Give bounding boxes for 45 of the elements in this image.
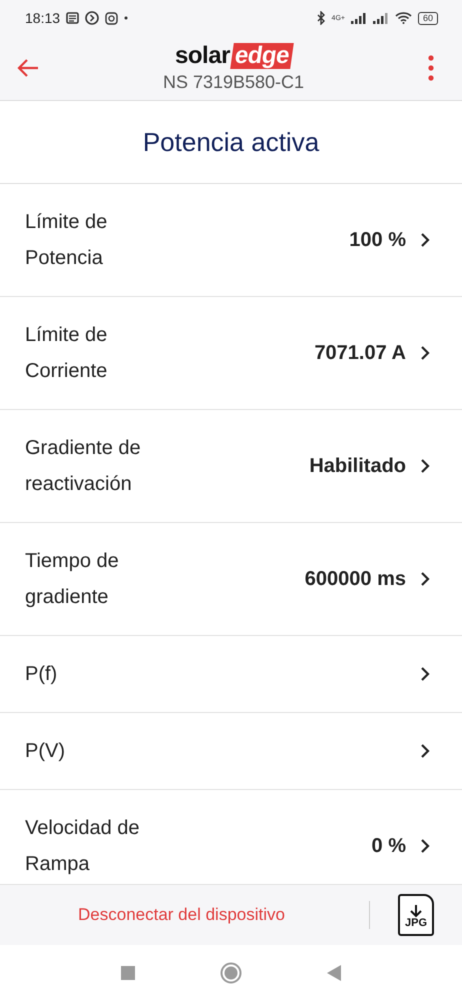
bluetooth-icon: [316, 11, 326, 25]
device-serial: NS 7319B580-C1: [162, 72, 304, 93]
settings-row[interactable]: P(f): [0, 636, 462, 713]
settings-row[interactable]: Tiempo de gradiente 600000 ms: [0, 523, 462, 636]
setting-value: 100 %: [349, 228, 406, 252]
camera-icon: [105, 12, 118, 24]
chevron-icon: [420, 345, 430, 361]
setting-value: 7071.07 A: [314, 342, 406, 364]
chevron-icon: [420, 743, 430, 759]
status-time: 18:13: [25, 10, 60, 26]
setting-label: Tiempo de gradiente: [25, 549, 120, 610]
dot-icon: [124, 16, 128, 20]
jpg-export-button[interactable]: JPG: [398, 894, 434, 936]
chevron-icon: [420, 666, 430, 682]
chevron-icon: [420, 571, 430, 587]
setting-label: P(V): [25, 739, 66, 764]
back-arrow-icon[interactable]: [17, 59, 39, 77]
home-icon[interactable]: [220, 962, 242, 984]
setting-value: 600000 ms: [304, 568, 406, 590]
logo: solar edge: [175, 43, 292, 69]
battery-icon: 60: [418, 12, 438, 24]
setting-value: 0 %: [372, 834, 406, 858]
chevron-icon: [420, 838, 430, 854]
setting-value: Habilitado: [309, 454, 406, 478]
more-menu-icon[interactable]: [428, 55, 434, 81]
chevron-icon: [420, 458, 430, 474]
settings-row[interactable]: Límite de Potencia 100 %: [0, 184, 462, 297]
settings-row[interactable]: Límite de Corriente 7071.07 A: [0, 297, 462, 410]
setting-label: Velocidad de Rampa: [25, 816, 141, 877]
settings-row[interactable]: P(V): [0, 713, 462, 790]
signal-icon: [350, 12, 367, 24]
setting-label: P(f): [25, 662, 58, 687]
notification-icon: [66, 12, 80, 24]
disconnect-button[interactable]: Desconectar del dispositivo: [0, 895, 333, 935]
settings-row[interactable]: Gradiente de reactivación Habilitado: [0, 410, 462, 523]
page-title: Potencia activa: [142, 126, 320, 158]
back-icon[interactable]: [327, 964, 341, 980]
setting-label: Límite de Corriente: [25, 323, 108, 384]
setting-label: Gradiente de reactivación: [25, 436, 142, 497]
play-circle-icon: [85, 11, 100, 25]
chevron-icon: [420, 232, 430, 248]
signal-icon: [372, 12, 389, 24]
recents-icon[interactable]: [121, 966, 135, 980]
setting-label: Límite de Potencia: [25, 210, 108, 271]
wifi-icon: [394, 12, 412, 24]
